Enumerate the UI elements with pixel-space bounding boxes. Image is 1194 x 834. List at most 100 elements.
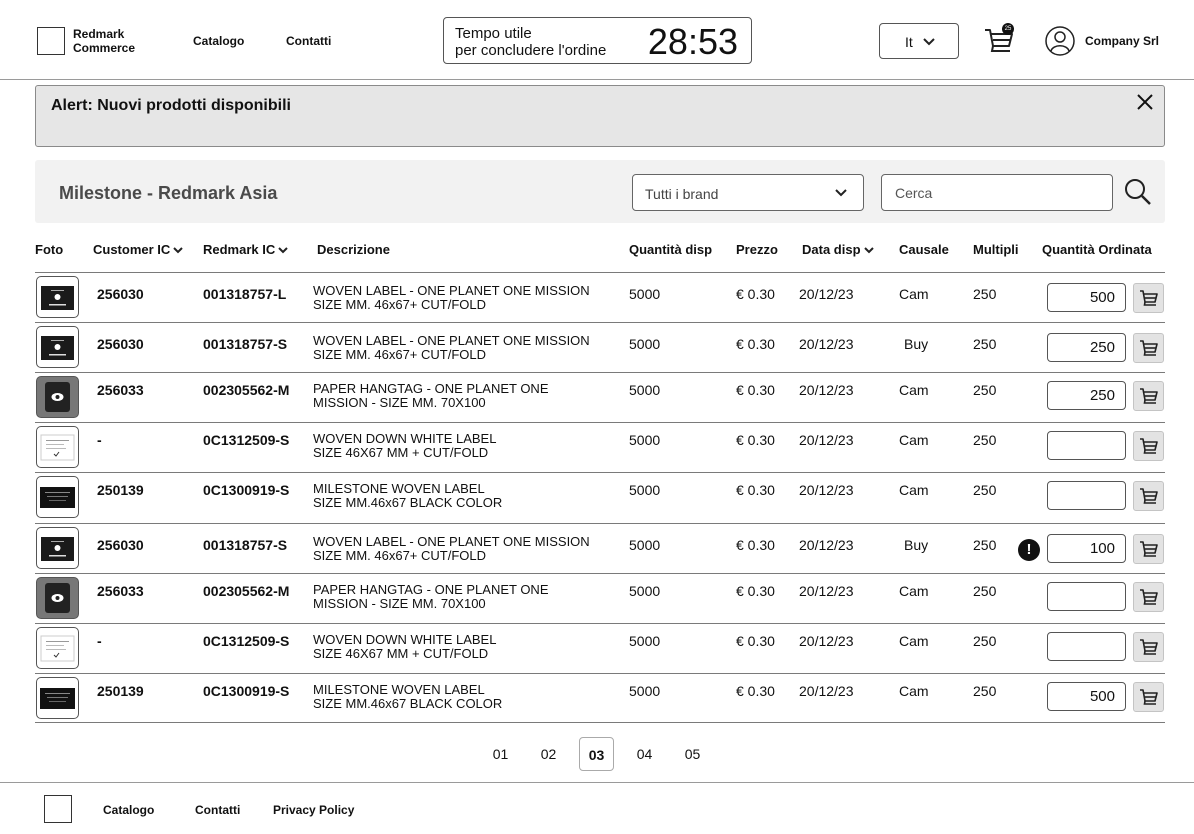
- product-thumbnail[interactable]: [36, 426, 79, 468]
- customer-ic: -: [97, 633, 102, 649]
- column-customer-ic[interactable]: Customer IC: [93, 242, 184, 257]
- quantity-ordered-input[interactable]: [1047, 481, 1126, 510]
- multipli: 250: [973, 286, 997, 302]
- table-row: 256030 001318757-S WOVEN LABEL - ONE PLANE…: [35, 322, 1165, 372]
- timer-label-line-2: per concludere l'ordine: [455, 42, 607, 59]
- product-thumbnail[interactable]: [36, 527, 79, 569]
- column-quantita-ordinata: Quantità Ordinata: [1042, 242, 1152, 257]
- multipli: 250: [973, 683, 997, 699]
- page-button[interactable]: 03: [579, 737, 614, 771]
- language-select[interactable]: It: [879, 23, 959, 59]
- add-to-cart-button[interactable]: [1133, 283, 1164, 313]
- page-title: Milestone - Redmark Asia: [59, 183, 278, 203]
- add-to-cart-icon: [1140, 438, 1158, 454]
- table-row: 256033 002305562-M PAPER HANGTAG - ONE PLA…: [35, 372, 1165, 422]
- page-button[interactable]: 05: [675, 737, 710, 771]
- add-to-cart-icon: [1140, 488, 1158, 504]
- description-line-2: SIZE MM.46x67 BLACK COLOR: [313, 495, 503, 510]
- column-data-disp[interactable]: Data disp: [802, 242, 874, 257]
- footer-link-catalogo[interactable]: Catalogo: [103, 803, 154, 817]
- multipli: 250: [973, 482, 997, 498]
- nav-contatti[interactable]: Contatti: [286, 34, 331, 48]
- timer-label-line-1: Tempo utile: [455, 25, 532, 42]
- description-line-1: WOVEN LABEL - ONE PLANET ONE MISSION: [313, 283, 590, 298]
- footer-logo[interactable]: [44, 795, 72, 823]
- add-to-cart-button[interactable]: [1133, 632, 1164, 662]
- redmark-ic: 0C1300919-S: [203, 482, 290, 498]
- product-description: WOVEN DOWN WHITE LABEL SIZE 46X67 MM + CU…: [313, 633, 496, 661]
- add-to-cart-button[interactable]: [1133, 534, 1164, 564]
- product-thumbnail[interactable]: [36, 677, 79, 719]
- logo[interactable]: [37, 27, 65, 55]
- search-icon[interactable]: [1124, 178, 1152, 206]
- table-row: 256030 001318757-L WOVEN LABEL - ONE PLANE…: [35, 272, 1165, 322]
- column-prezzo: Prezzo: [736, 242, 778, 257]
- add-to-cart-icon: [1140, 340, 1158, 356]
- add-to-cart-button[interactable]: [1133, 431, 1164, 461]
- product-thumbnail[interactable]: [36, 476, 79, 518]
- quantity-ordered-input[interactable]: [1047, 582, 1126, 611]
- add-to-cart-button[interactable]: [1133, 333, 1164, 363]
- add-to-cart-button[interactable]: [1133, 481, 1164, 511]
- warning-icon[interactable]: !: [1018, 539, 1040, 561]
- product-thumbnail[interactable]: [36, 276, 79, 318]
- data-disp: 20/12/23: [799, 537, 854, 553]
- quantita-disp: 5000: [629, 583, 661, 599]
- description-line-2: SIZE MM. 46x67+ CUT/FOLD: [313, 297, 487, 312]
- quantita-disp: 5000: [629, 336, 661, 352]
- prezzo: € 0.30: [736, 286, 775, 302]
- page-button[interactable]: 01: [483, 737, 518, 771]
- add-to-cart-button[interactable]: [1133, 381, 1164, 411]
- order-timer: Tempo utile per concludere l'ordine 28:5…: [443, 17, 752, 64]
- product-description: MILESTONE WOVEN LABEL SIZE MM.46x67 BLACK…: [313, 683, 502, 711]
- product-thumbnail[interactable]: [36, 376, 79, 418]
- multipli: 250: [973, 432, 997, 448]
- close-icon[interactable]: [1135, 92, 1155, 112]
- quantity-ordered-input[interactable]: [1047, 283, 1126, 312]
- product-description: WOVEN LABEL - ONE PLANET ONE MISSION SIZE…: [313, 535, 590, 563]
- chevron-down-icon: [863, 247, 874, 254]
- footer: Catalogo Contatti Privacy Policy: [0, 782, 1194, 834]
- brand-select[interactable]: Tutti i brand: [632, 174, 864, 211]
- quantity-ordered-input[interactable]: [1047, 431, 1126, 460]
- brand-select-value: Tutti i brand: [645, 186, 719, 202]
- company-name[interactable]: Company Srl: [1085, 34, 1159, 48]
- description-line-1: WOVEN LABEL - ONE PLANET ONE MISSION: [313, 333, 590, 348]
- add-to-cart-button[interactable]: [1133, 582, 1164, 612]
- column-redmark-ic[interactable]: Redmark IC: [203, 242, 288, 257]
- quantity-ordered-input[interactable]: [1047, 534, 1126, 563]
- product-thumbnail[interactable]: [36, 627, 79, 669]
- quantity-ordered-input[interactable]: [1047, 333, 1126, 362]
- redmark-ic: 001318757-S: [203, 336, 288, 352]
- quantity-ordered-input[interactable]: [1047, 381, 1126, 410]
- column-foto: Foto: [35, 242, 64, 257]
- timer-label: Tempo utile per concludere l'ordine: [455, 25, 606, 59]
- description-line-2: SIZE MM. 46x67+ CUT/FOLD: [313, 347, 487, 362]
- product-thumbnail[interactable]: [36, 577, 79, 619]
- search-input[interactable]: [881, 174, 1113, 211]
- redmark-ic: 0C1312509-S: [203, 432, 290, 448]
- add-to-cart-icon: [1140, 388, 1158, 404]
- add-to-cart-button[interactable]: [1133, 682, 1164, 712]
- chevron-down-icon: [278, 247, 288, 254]
- nav-catalogo[interactable]: Catalogo: [193, 34, 244, 48]
- data-disp: 20/12/23: [799, 286, 854, 302]
- add-to-cart-icon: [1140, 639, 1158, 655]
- footer-link-privacy[interactable]: Privacy Policy: [273, 803, 354, 817]
- page-button[interactable]: 02: [531, 737, 566, 771]
- quantity-ordered-input[interactable]: [1047, 682, 1126, 711]
- product-thumbnail[interactable]: [36, 326, 79, 368]
- causale: Cam: [899, 583, 929, 599]
- product-description: PAPER HANGTAG - ONE PLANET ONE MISSION - …: [313, 583, 549, 611]
- description-line-1: PAPER HANGTAG - ONE PLANET ONE: [313, 582, 549, 597]
- alert-banner: Alert: Nuovi prodotti disponibili: [35, 85, 1165, 147]
- page-button[interactable]: 04: [627, 737, 662, 771]
- customer-ic: 250139: [97, 683, 144, 699]
- quantity-ordered-input[interactable]: [1047, 632, 1126, 661]
- multipli: 250: [973, 382, 997, 398]
- user-avatar-icon[interactable]: [1045, 26, 1075, 56]
- causale: Cam: [899, 683, 929, 699]
- footer-link-contatti[interactable]: Contatti: [195, 803, 240, 817]
- product-description: WOVEN LABEL - ONE PLANET ONE MISSION SIZE…: [313, 334, 590, 362]
- quantita-disp: 5000: [629, 432, 661, 448]
